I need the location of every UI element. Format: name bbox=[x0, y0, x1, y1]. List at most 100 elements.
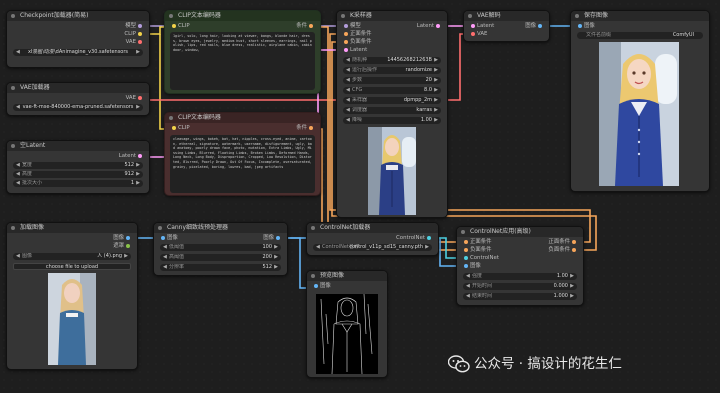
arrow-left-icon[interactable]: ◀ bbox=[346, 97, 350, 104]
arrow-right-icon[interactable]: ▶ bbox=[434, 117, 438, 124]
output-latent[interactable]: Latent bbox=[417, 23, 442, 30]
height-widget[interactable]: ◀ 高度 912 ▶ bbox=[13, 171, 143, 178]
arrow-right-icon[interactable]: ▶ bbox=[274, 264, 278, 271]
arrow-left-icon[interactable]: ◀ bbox=[346, 77, 350, 84]
arrow-right-icon[interactable]: ▶ bbox=[274, 254, 278, 261]
output-model[interactable]: 模型 bbox=[125, 23, 144, 30]
arrow-right-icon[interactable]: ▶ bbox=[136, 49, 140, 56]
node-clip-text-positive[interactable]: CLIP文本编码器 CLIP 条件 1girl, solo, long hair… bbox=[164, 10, 321, 94]
arrow-right-icon[interactable]: ▶ bbox=[274, 244, 278, 251]
input-positive[interactable]: 正面条件 bbox=[462, 239, 492, 246]
node-title[interactable]: VAE解码 bbox=[464, 11, 549, 21]
sampler-widget[interactable]: ◀ 采样器 dpmpp_2m ▶ bbox=[343, 97, 441, 104]
node-load-image[interactable]: 加载图像 图像 遮罩 ◀ 图像人 (4).png ▶ choose file to … bbox=[6, 222, 138, 370]
vae-socket-icon[interactable] bbox=[138, 95, 142, 100]
denoise-widget[interactable]: ◀ 降噪 1.00 ▶ bbox=[343, 117, 441, 124]
conditioning-socket-icon[interactable] bbox=[309, 23, 313, 28]
output-vae[interactable]: VAE bbox=[126, 95, 144, 102]
conditioning-socket-icon[interactable] bbox=[464, 239, 468, 244]
image-socket-icon[interactable] bbox=[161, 235, 165, 240]
conditioning-socket-icon[interactable] bbox=[309, 125, 313, 130]
node-title[interactable]: ControlNet加载器 bbox=[307, 223, 438, 233]
filename-prefix-input[interactable]: 文件名前缀 ComfyUI bbox=[577, 32, 703, 39]
input-clip[interactable]: CLIP bbox=[170, 125, 190, 132]
output-positive[interactable]: 正面条件 bbox=[548, 239, 578, 246]
arrow-right-icon[interactable]: ▶ bbox=[434, 107, 438, 114]
arrow-left-icon[interactable]: ◀ bbox=[16, 253, 20, 260]
vae-name-select[interactable]: ◀ vae-ft-mse-840000-ema-pruned.safetensor… bbox=[13, 104, 143, 111]
input-negative[interactable]: 负面条件 bbox=[462, 247, 492, 254]
conditioning-socket-icon[interactable] bbox=[572, 247, 576, 252]
controlnet-socket-icon[interactable] bbox=[464, 255, 468, 260]
input-positive[interactable]: 正面条件 bbox=[342, 31, 372, 38]
image-socket-icon[interactable] bbox=[538, 23, 542, 28]
batch-widget[interactable]: ◀ 批次大小 1 ▶ bbox=[13, 180, 143, 187]
prompt-textarea[interactable]: cleavage, wings, bokeh, bat, hat, nipple… bbox=[170, 135, 315, 193]
node-controlnet-apply[interactable]: ControlNet应用(高级) 正面条件 正面条件 负面条件 负面条件 Con… bbox=[456, 226, 584, 306]
output-mask[interactable]: 遮罩 bbox=[113, 243, 132, 250]
end-percent-widget[interactable]: ◀ 结束时间 1.000 ▶ bbox=[463, 293, 577, 300]
node-save-image[interactable]: 保存图像 图像 文件名前缀 ComfyUI bbox=[570, 10, 710, 192]
arrow-left-icon[interactable]: ◀ bbox=[346, 117, 350, 124]
clip-socket-icon[interactable] bbox=[172, 23, 176, 28]
output-conditioning[interactable]: 条件 bbox=[296, 125, 315, 132]
output-controlnet[interactable]: ControlNet bbox=[396, 235, 433, 242]
arrow-right-icon[interactable]: ▶ bbox=[434, 97, 438, 104]
arrow-right-icon[interactable]: ▶ bbox=[434, 77, 438, 84]
strength-widget[interactable]: ◀ 强度 1.00 ▶ bbox=[463, 273, 577, 280]
arrow-left-icon[interactable]: ◀ bbox=[466, 283, 470, 290]
clip-socket-icon[interactable] bbox=[138, 31, 142, 36]
arrow-left-icon[interactable]: ◀ bbox=[16, 162, 20, 169]
arrow-left-icon[interactable]: ◀ bbox=[163, 244, 167, 251]
node-title[interactable]: 保存图像 bbox=[571, 11, 709, 21]
node-title[interactable]: Canny细致线预处理器 bbox=[154, 223, 287, 233]
cfg-widget[interactable]: ◀ CFG 8.0 ▶ bbox=[343, 87, 441, 94]
output-latent[interactable]: Latent bbox=[119, 153, 144, 160]
arrow-left-icon[interactable]: ◀ bbox=[346, 107, 350, 114]
output-conditioning[interactable]: 条件 bbox=[296, 23, 315, 30]
vae-socket-icon[interactable] bbox=[471, 31, 475, 36]
arrow-right-icon[interactable]: ▶ bbox=[136, 171, 140, 178]
arrow-left-icon[interactable]: ◀ bbox=[316, 244, 320, 251]
input-image[interactable]: 图像 bbox=[576, 23, 595, 30]
resolution-widget[interactable]: ◀ 分辨率 512 ▶ bbox=[160, 264, 281, 271]
conditioning-socket-icon[interactable] bbox=[344, 31, 348, 36]
conditioning-socket-icon[interactable] bbox=[572, 239, 576, 244]
arrow-right-icon[interactable]: ▶ bbox=[570, 293, 574, 300]
arrow-left-icon[interactable]: ◀ bbox=[163, 254, 167, 261]
arrow-left-icon[interactable]: ◀ bbox=[346, 57, 350, 64]
arrow-right-icon[interactable]: ▶ bbox=[425, 244, 429, 251]
output-image[interactable]: 图像 bbox=[525, 23, 544, 30]
arrow-left-icon[interactable]: ◀ bbox=[16, 104, 20, 111]
vae-socket-icon[interactable] bbox=[138, 39, 142, 44]
arrow-left-icon[interactable]: ◀ bbox=[163, 264, 167, 271]
node-checkpoint-loader[interactable]: Checkpoint加载器(简易) 模型 CLIP VAE ◀ xl漫画\动漫\d… bbox=[6, 10, 150, 68]
controlnet-socket-icon[interactable] bbox=[427, 235, 431, 240]
arrow-left-icon[interactable]: ◀ bbox=[16, 49, 20, 56]
node-canny-preprocessor[interactable]: Canny细致线预处理器 图像 图像 ◀ 低阈值 100 ▶ ◀ 高阈值 200 ▶ ◀ 分辨… bbox=[153, 222, 288, 276]
node-title[interactable]: VAE加载器 bbox=[7, 83, 149, 93]
image-socket-icon[interactable] bbox=[578, 23, 582, 28]
steps-widget[interactable]: ◀ 步数 20 ▶ bbox=[343, 77, 441, 84]
low-threshold-widget[interactable]: ◀ 低阈值 100 ▶ bbox=[160, 244, 281, 251]
image-socket-icon[interactable] bbox=[126, 235, 130, 240]
arrow-left-icon[interactable]: ◀ bbox=[16, 180, 20, 187]
image-socket-icon[interactable] bbox=[314, 283, 318, 288]
mask-socket-icon[interactable] bbox=[126, 243, 130, 248]
input-clip[interactable]: CLIP bbox=[170, 23, 190, 30]
output-image[interactable]: 图像 bbox=[263, 235, 282, 242]
input-vae[interactable]: VAE bbox=[469, 31, 487, 38]
node-ksampler[interactable]: K采样器 模型 Latent 正面条件 负面条件 Latent ◀ 随机种 1445… bbox=[336, 10, 448, 218]
arrow-right-icon[interactable]: ▶ bbox=[434, 57, 438, 64]
node-empty-latent[interactable]: 空Latent Latent ◀ 宽度 512 ▶ ◀ 高度 912 ▶ ◀ 批次大小 1 ▶ bbox=[6, 140, 150, 194]
conditioning-socket-icon[interactable] bbox=[464, 247, 468, 252]
conditioning-socket-icon[interactable] bbox=[344, 39, 348, 44]
output-clip[interactable]: CLIP bbox=[124, 31, 144, 38]
arrow-left-icon[interactable]: ◀ bbox=[346, 67, 350, 74]
node-title[interactable]: CLIP文本编码器 bbox=[165, 113, 320, 123]
prompt-textarea[interactable]: 1girl, solo, long hair, looking at viewe… bbox=[170, 32, 315, 90]
arrow-right-icon[interactable]: ▶ bbox=[570, 283, 574, 290]
input-model[interactable]: 模型 bbox=[342, 23, 361, 30]
input-controlnet[interactable]: ControlNet bbox=[462, 255, 499, 262]
input-image[interactable]: 图像 bbox=[312, 283, 331, 290]
